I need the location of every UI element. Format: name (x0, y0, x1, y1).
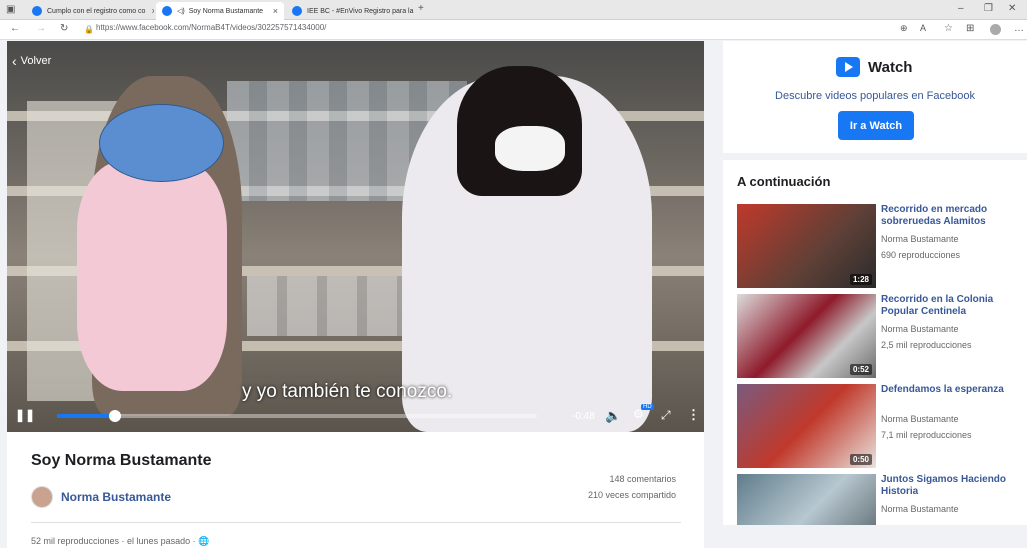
duration-badge: 1:28 (849, 274, 872, 285)
browser-tab-2[interactable]: ◁) Soy Norma Bustamante × (156, 2, 284, 20)
read-aloud-icon[interactable]: A (920, 23, 926, 33)
view-count: 7,1 mil reproducciones (881, 430, 972, 440)
duration-badge: 0:52 (849, 364, 872, 375)
channel-name[interactable]: Norma Bustamante (881, 414, 959, 424)
face-mask (495, 126, 565, 171)
video-thumbnail[interactable]: 0:52 (737, 294, 876, 378)
favorite-star-icon[interactable]: ☆ (944, 23, 953, 34)
up-next-item[interactable]: 0:50 Defendamos la esperanza Norma Busta… (737, 384, 1027, 474)
audio-icon: ◁) (177, 8, 185, 15)
close-tab-icon[interactable]: × (413, 6, 414, 16)
post-details: Soy Norma Bustamante Norma Bustamante 14… (7, 432, 704, 548)
progress-bar[interactable] (57, 410, 537, 422)
channel-name[interactable]: Norma Bustamante (881, 504, 959, 514)
up-next-item[interactable]: 1:28 Recorrido en mercado sobreruedas Al… (737, 204, 1027, 294)
close-window-icon[interactable]: ✕ (1008, 3, 1016, 14)
watch-description: Descubre videos populares en Facebook (775, 90, 975, 102)
go-to-watch-button[interactable]: Ir a Watch (838, 111, 914, 140)
time-remaining: -0:48 (572, 411, 595, 422)
video-controls: ❚❚ -0:48 🔈 ⚙ HD ⤢ ⋮ (7, 402, 704, 432)
comments-count[interactable]: 148 comentarios (609, 474, 676, 484)
up-next-item[interactable]: Juntos Sigamos Haciendo Historia Norma B… (737, 474, 1027, 525)
zoom-icon[interactable]: ⊕ (900, 23, 908, 34)
browser-tab-1[interactable]: Cumplo con el registro como co × (26, 2, 154, 20)
collections-icon[interactable]: ⊞ (966, 23, 974, 34)
video-thumbnail[interactable]: 0:50 (737, 384, 876, 468)
facebook-favicon-icon (292, 6, 302, 16)
profile-avatar-icon[interactable] (990, 24, 1001, 35)
facebook-favicon-icon (32, 6, 42, 16)
author-avatar[interactable] (31, 486, 53, 508)
url-field[interactable]: https://www.facebook.com/NormaB4T/videos… (96, 23, 326, 32)
fullscreen-icon[interactable]: ⤢ (661, 408, 671, 423)
minimize-icon[interactable]: – (958, 3, 964, 14)
video-title-link[interactable]: Recorrido en la Colonia Popular Centinel… (881, 294, 1021, 318)
progress-handle[interactable] (108, 410, 121, 422)
up-next-item[interactable]: 0:52 Recorrido en la Colonia Popular Cen… (737, 294, 1027, 384)
video-player[interactable]: ‹ Volver y yo también te conozco. ❚❚ -0:… (7, 41, 704, 432)
back-button[interactable]: ‹ Volver (12, 53, 51, 69)
video-frame (7, 41, 704, 432)
more-menu-icon[interactable]: … (1014, 23, 1024, 34)
browser-tab-bar: ▣ Cumplo con el registro como co × ◁) So… (0, 0, 1027, 20)
hd-badge: HD (641, 404, 654, 410)
up-next-heading: A continuación (737, 174, 831, 189)
up-next-panel: A continuación 1:28 Recorrido en mercado… (723, 160, 1027, 525)
video-title: Soy Norma Bustamante (31, 452, 212, 469)
close-tab-icon[interactable]: × (145, 6, 154, 16)
divider (31, 522, 681, 523)
close-tab-icon[interactable]: × (267, 6, 278, 16)
watch-play-icon (836, 57, 860, 77)
channel-name[interactable]: Norma Bustamante (881, 324, 959, 334)
channel-name[interactable]: Norma Bustamante (881, 234, 959, 244)
watch-title: Watch (868, 58, 913, 76)
sidebar-toggle-icon[interactable]: ▣ (6, 4, 15, 15)
restore-icon[interactable]: ❐ (984, 3, 993, 14)
more-options-icon[interactable]: ⋮ (687, 407, 700, 423)
back-arrow-icon[interactable]: ← (10, 23, 20, 34)
globe-icon: 🌐 (198, 536, 210, 546)
facebook-favicon-icon (162, 6, 172, 16)
watch-promo: Watch Descubre videos populares en Faceb… (723, 41, 1027, 153)
video-thumbnail[interactable] (737, 474, 876, 525)
reload-icon[interactable]: ↻ (60, 23, 68, 34)
video-title-link[interactable]: Defendamos la esperanza (881, 384, 1021, 396)
video-caption: y yo también te conozco. (242, 381, 453, 402)
views-and-date: 52 mil reproducciones · el lunes pasado … (31, 536, 210, 546)
blurred-face-oval (99, 104, 224, 182)
address-bar: ← → ↻ 🔒 https://www.facebook.com/NormaB4… (0, 20, 1027, 40)
progress-fill (57, 414, 115, 418)
view-count: 690 reproducciones (881, 250, 961, 260)
forward-arrow-icon[interactable]: → (36, 23, 46, 34)
video-title-link[interactable]: Recorrido en mercado sobreruedas Alamito… (881, 204, 1021, 228)
pause-icon[interactable]: ❚❚ (15, 408, 35, 422)
back-label: Volver (20, 55, 52, 67)
duration-badge: 0:50 (849, 454, 872, 465)
lock-icon: 🔒 (84, 25, 94, 34)
video-thumbnail[interactable]: 1:28 (737, 204, 876, 288)
new-tab-button[interactable]: + (418, 3, 424, 14)
video-title-link[interactable]: Juntos Sigamos Haciendo Historia (881, 474, 1021, 498)
browser-tab-3[interactable]: IEE BC - #EnVivo Registro para la × (286, 2, 414, 20)
watch-header: Watch (836, 57, 912, 77)
author-link[interactable]: Norma Bustamante (61, 490, 171, 504)
volume-icon[interactable]: 🔈 (605, 408, 621, 424)
shares-count[interactable]: 210 veces compartido (588, 490, 676, 500)
child (77, 161, 227, 391)
chevron-left-icon: ‹ (12, 53, 17, 69)
view-count: 2,5 mil reproducciones (881, 340, 972, 350)
